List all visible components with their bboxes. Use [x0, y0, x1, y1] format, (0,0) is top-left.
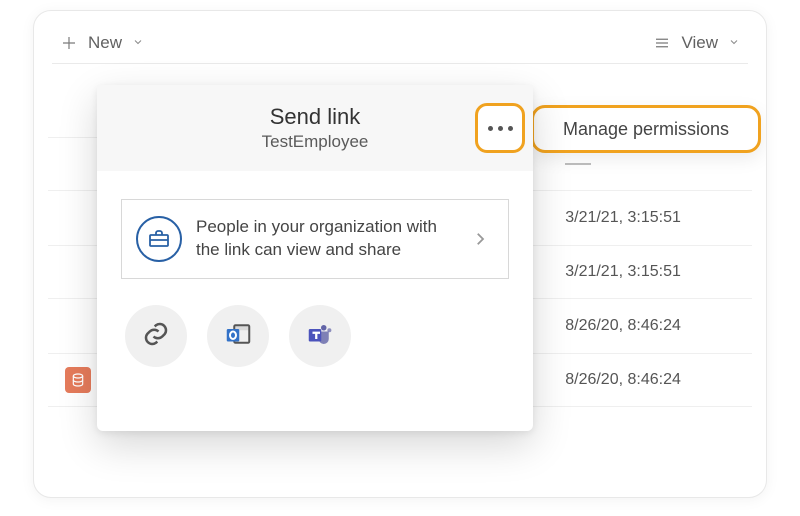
- link-settings-text: People in your organization with the lin…: [196, 216, 448, 262]
- empty-date-icon: [565, 163, 591, 165]
- app-card: New View Karki Kark: [33, 10, 767, 498]
- view-button[interactable]: View: [653, 33, 740, 53]
- new-button-label: New: [88, 33, 122, 53]
- view-button-label: View: [681, 33, 718, 53]
- dialog-header: Send link TestEmployee: [97, 85, 533, 171]
- dataset-date: 8/26/20, 8:46:24: [565, 371, 742, 389]
- link-settings-button[interactable]: People in your organization with the lin…: [121, 199, 509, 279]
- chevron-down-icon: [132, 33, 144, 53]
- toolbar: New View: [34, 11, 766, 63]
- teams-icon: [305, 319, 335, 354]
- chevron-down-icon: [728, 33, 740, 53]
- dialog-title: Send link: [270, 104, 361, 130]
- send-link-dialog: Send link TestEmployee People in your or…: [97, 85, 533, 431]
- dataset-icon: [65, 367, 91, 393]
- dialog-subtitle: TestEmployee: [262, 132, 369, 152]
- new-button[interactable]: New: [60, 33, 144, 53]
- manage-permissions-button[interactable]: Manage permissions: [531, 105, 761, 153]
- outlook-icon: [223, 319, 253, 354]
- copy-link-button[interactable]: [125, 305, 187, 367]
- more-options-button[interactable]: [475, 103, 525, 153]
- manage-permissions-label: Manage permissions: [563, 119, 729, 140]
- outlook-button[interactable]: [207, 305, 269, 367]
- hamburger-icon: [653, 34, 671, 52]
- plus-icon: [60, 34, 78, 52]
- toolbar-separator: [52, 63, 748, 64]
- more-options-icon: [488, 126, 513, 131]
- link-icon: [141, 319, 171, 354]
- teams-button[interactable]: [289, 305, 351, 367]
- share-actions: [97, 279, 533, 393]
- chevron-right-icon: [462, 230, 498, 248]
- briefcase-icon: [136, 216, 182, 262]
